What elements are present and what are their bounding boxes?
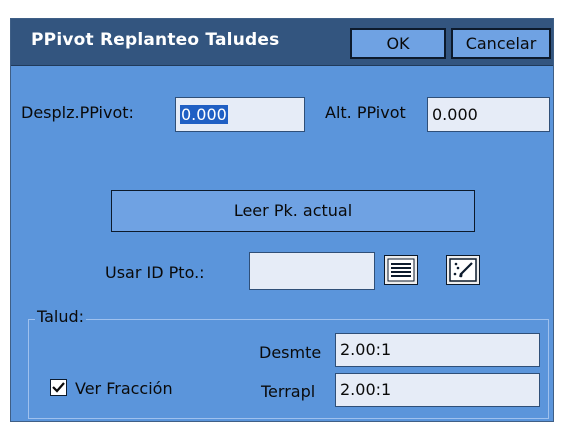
ok-button[interactable]: OK: [350, 28, 446, 59]
desplz-ppivot-input[interactable]: 0.000: [175, 97, 305, 132]
map-select-button[interactable]: [446, 255, 480, 285]
desmte-label: Desmte: [259, 343, 322, 362]
desmte-input[interactable]: 2.00:1: [335, 333, 540, 367]
list-button[interactable]: [384, 255, 418, 285]
leer-pk-actual-button[interactable]: Leer Pk. actual: [111, 190, 475, 232]
talud-group-title: Talud:: [35, 307, 87, 326]
list-icon: [387, 258, 415, 282]
title-bar: PPivot Replanteo Taludes OK Cancelar: [11, 19, 553, 66]
dialog-title: PPivot Replanteo Taludes: [31, 30, 280, 50]
usar-id-pto-label: Usar ID Pto.:: [105, 263, 205, 282]
terrapl-label: Terrapl: [261, 382, 316, 401]
ver-fraccion-label: Ver Fracción: [75, 379, 173, 398]
usar-id-pto-input[interactable]: [249, 252, 375, 290]
alt-ppivot-label: Alt. PPivot: [325, 103, 406, 122]
desplz-ppivot-label: Desplz.PPivot:: [21, 103, 134, 122]
checkmark-icon: [52, 382, 65, 393]
map-select-icon: [449, 258, 477, 282]
desplz-ppivot-value: 0.000: [180, 105, 228, 124]
terrapl-input[interactable]: 2.00:1: [335, 373, 540, 407]
cancel-button[interactable]: Cancelar: [451, 28, 551, 59]
ver-fraccion-checkbox[interactable]: [50, 379, 67, 396]
dialog-window: PPivot Replanteo Taludes OK Cancelar Des…: [10, 18, 554, 422]
alt-ppivot-input[interactable]: 0.000: [427, 97, 550, 132]
